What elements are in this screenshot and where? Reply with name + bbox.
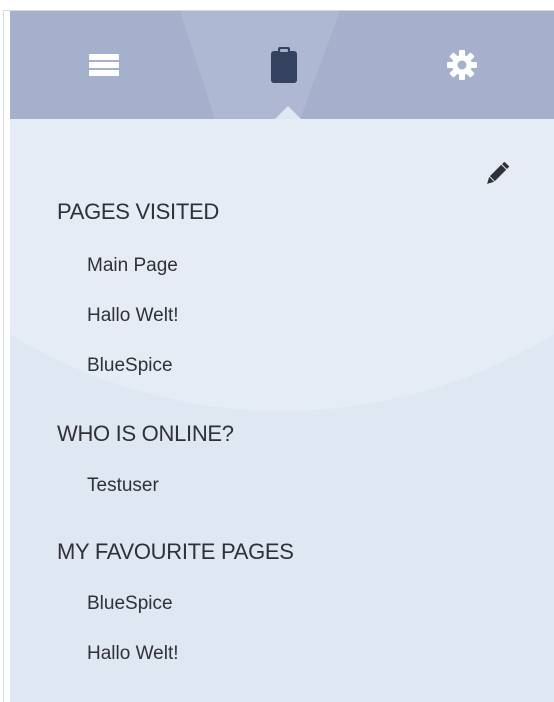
hamburger-menu-icon	[89, 54, 119, 76]
active-tab-pointer	[275, 106, 301, 119]
list-item-favourite-page[interactable]: Hallo Welt!	[87, 643, 179, 665]
tab-navigation[interactable]	[34, 11, 174, 119]
sidebar-flyout-panel: PAGES VISITED Main Page Hallo Welt! Blue…	[10, 11, 554, 702]
tab-personal[interactable]	[214, 11, 354, 119]
list-item-favourite-page[interactable]: BlueSpice	[87, 593, 173, 615]
section-title-favourite-pages: MY FAVOURITE PAGES	[57, 539, 294, 564]
section-title-pages-visited: PAGES VISITED	[57, 199, 219, 224]
clipboard-icon	[271, 47, 297, 83]
edit-button[interactable]	[480, 157, 514, 191]
list-item-pages-visited[interactable]: Main Page	[87, 255, 178, 277]
list-item-online-user[interactable]: Testuser	[87, 475, 159, 497]
tab-settings[interactable]	[392, 11, 532, 119]
pencil-icon	[487, 162, 509, 184]
list-item-pages-visited[interactable]: Hallo Welt!	[87, 305, 179, 327]
flyout-content: PAGES VISITED Main Page Hallo Welt! Blue…	[10, 119, 554, 702]
section-title-who-is-online: WHO IS ONLINE?	[57, 421, 234, 446]
sidebar-tabbar	[10, 11, 554, 119]
list-item-pages-visited[interactable]: BlueSpice	[87, 355, 173, 377]
gear-icon	[447, 50, 477, 80]
